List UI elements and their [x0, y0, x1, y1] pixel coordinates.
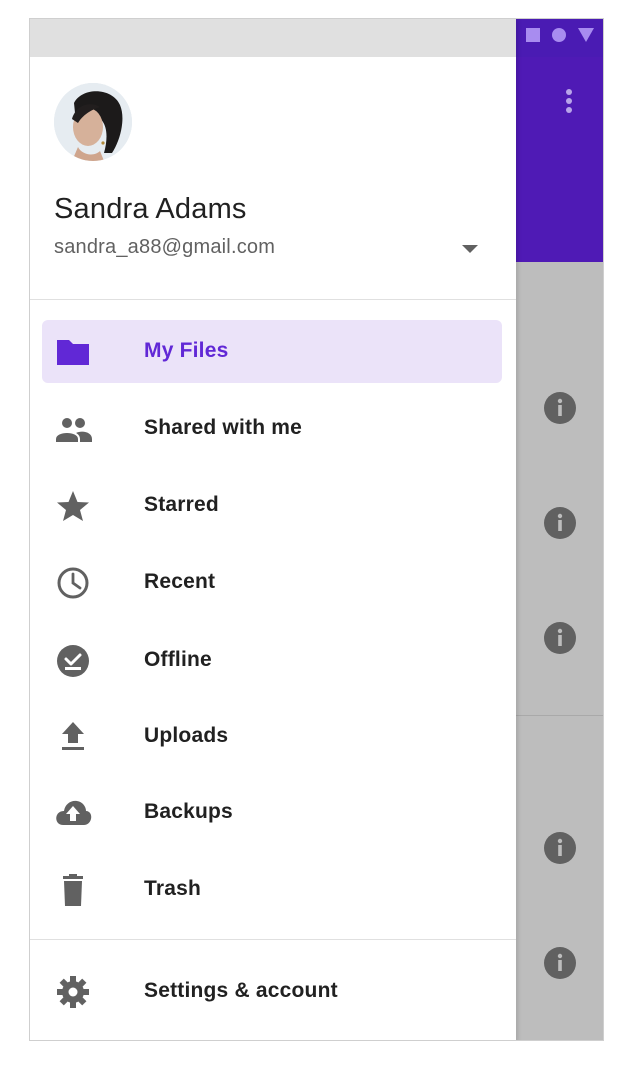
people-icon — [56, 418, 92, 442]
circle-status-icon — [552, 28, 566, 42]
nav-item-recent[interactable]: Recent — [42, 551, 502, 614]
info-icon[interactable] — [543, 506, 577, 540]
nav-item-label: Settings & account — [144, 979, 338, 1002]
offline-check-icon — [57, 645, 89, 677]
nav-item-label: My Files — [144, 339, 229, 362]
nav-item-backups[interactable]: Backups — [42, 781, 502, 844]
navigation-drawer: Sandra Adams sandra_a88@gmail.com My Fil… — [30, 19, 516, 1040]
nav-item-shared-with-me[interactable]: Shared with me — [42, 397, 502, 460]
account-name: Sandra Adams — [54, 193, 247, 225]
gear-icon — [57, 976, 89, 1008]
account-dropdown-icon[interactable] — [458, 241, 482, 257]
upload-icon — [62, 722, 84, 750]
nav-item-label: Offline — [144, 648, 212, 671]
nav-item-uploads[interactable]: Uploads — [42, 705, 502, 768]
nav-item-my-files[interactable]: My Files — [42, 320, 502, 383]
info-icon[interactable] — [543, 946, 577, 980]
clock-icon — [57, 567, 89, 599]
footer-divider — [30, 939, 516, 940]
nav-item-label: Recent — [144, 570, 216, 593]
cloud-upload-icon — [56, 800, 92, 825]
nav-item-settings[interactable]: Settings & account — [42, 960, 502, 1023]
header-divider — [30, 299, 516, 300]
nav-item-label: Starred — [144, 493, 219, 516]
square-status-icon — [526, 28, 540, 42]
star-icon — [57, 491, 89, 521]
nav-item-label: Backups — [144, 800, 233, 823]
nav-item-starred[interactable]: Starred — [42, 474, 502, 537]
more-vert-icon[interactable] — [559, 87, 579, 117]
info-icon[interactable] — [543, 831, 577, 865]
folder-icon — [57, 340, 89, 365]
nav-item-label: Uploads — [144, 724, 229, 747]
drawer-status-bar — [30, 19, 516, 57]
nav-item-offline[interactable]: Offline — [42, 629, 502, 692]
triangle-status-icon — [578, 28, 594, 42]
info-icon[interactable] — [543, 391, 577, 425]
nav-item-label: Trash — [144, 877, 202, 900]
device-screen: Sandra Adams sandra_a88@gmail.com My Fil… — [29, 18, 604, 1041]
avatar-portrait-icon — [54, 83, 132, 161]
avatar[interactable] — [54, 83, 132, 161]
status-icons — [525, 27, 595, 43]
nav-item-trash[interactable]: Trash — [42, 858, 502, 921]
account-email: sandra_a88@gmail.com — [54, 236, 276, 258]
trash-icon — [63, 874, 83, 906]
nav-item-label: Shared with me — [144, 416, 303, 439]
info-icon[interactable] — [543, 621, 577, 655]
